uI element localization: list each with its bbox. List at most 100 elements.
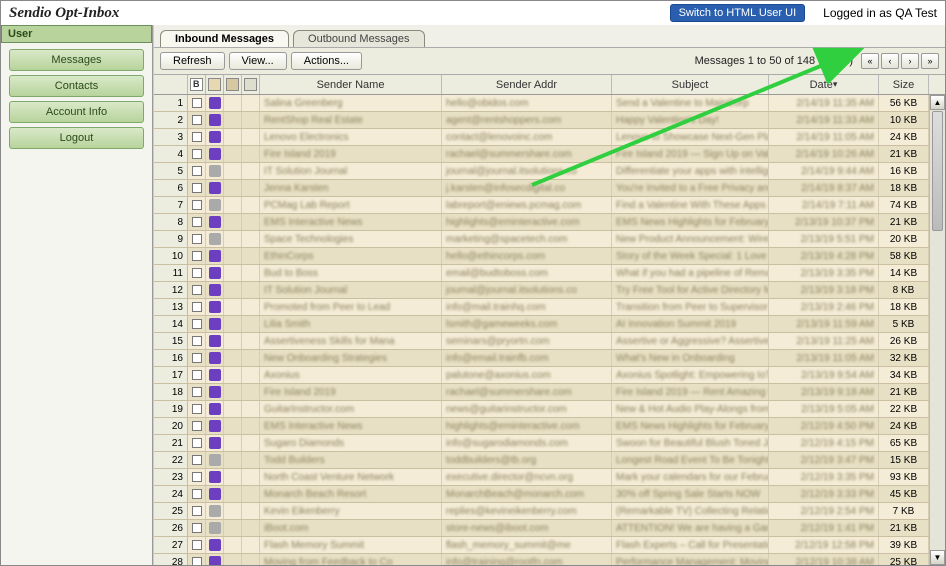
row-checkbox-cell[interactable] [188, 537, 206, 553]
message-row[interactable]: 18Fire Island 2019rachael@summershare.co… [154, 384, 929, 401]
row-checkbox[interactable] [192, 132, 202, 142]
vertical-scrollbar[interactable]: ▲ ▼ [929, 95, 945, 565]
row-checkbox-cell[interactable] [188, 469, 206, 485]
row-checkbox[interactable] [192, 489, 202, 499]
row-checkbox[interactable] [192, 234, 202, 244]
row-checkbox[interactable] [192, 455, 202, 465]
sidebar-item-contacts[interactable]: Contacts [9, 75, 144, 97]
sidebar-item-messages[interactable]: Messages [9, 49, 144, 71]
row-checkbox-cell[interactable] [188, 367, 206, 383]
row-checkbox[interactable] [192, 183, 202, 193]
col-flag3[interactable] [242, 75, 260, 94]
refresh-button[interactable]: Refresh [160, 52, 225, 70]
message-row[interactable]: 1Salina Greenberghello@obidos.comSend a … [154, 95, 929, 112]
row-checkbox-cell[interactable] [188, 214, 206, 230]
row-checkbox-cell[interactable] [188, 197, 206, 213]
col-flag1[interactable] [206, 75, 224, 94]
row-checkbox-cell[interactable] [188, 554, 206, 565]
col-size[interactable]: Size [879, 75, 929, 94]
row-checkbox-cell[interactable] [188, 95, 206, 111]
sidebar-item-account-info[interactable]: Account Info [9, 101, 144, 123]
row-checkbox[interactable] [192, 217, 202, 227]
message-row[interactable]: 11Bud to Bossemail@budtoboss.comWhat if … [154, 265, 929, 282]
row-checkbox[interactable] [192, 268, 202, 278]
row-checkbox-cell[interactable] [188, 435, 206, 451]
row-checkbox-cell[interactable] [188, 163, 206, 179]
row-checkbox[interactable] [192, 506, 202, 516]
row-checkbox[interactable] [192, 302, 202, 312]
col-flag2[interactable] [224, 75, 242, 94]
message-row[interactable]: 24Monarch Beach ResortMonarchBeach@monar… [154, 486, 929, 503]
row-checkbox[interactable] [192, 370, 202, 380]
message-row[interactable]: 17Axoniuspalutone@axonius.comAxonius Spo… [154, 367, 929, 384]
prev-page-icon[interactable]: ‹ [881, 53, 899, 69]
row-checkbox-cell[interactable] [188, 350, 206, 366]
message-row[interactable]: 15Assertiveness Skills for Manaseminars@… [154, 333, 929, 350]
row-checkbox[interactable] [192, 166, 202, 176]
next-page-icon[interactable]: › [901, 53, 919, 69]
tab-outbound[interactable]: Outbound Messages [293, 30, 425, 47]
row-checkbox-cell[interactable] [188, 129, 206, 145]
row-checkbox-cell[interactable] [188, 282, 206, 298]
scroll-up-icon[interactable]: ▲ [930, 95, 945, 110]
message-row[interactable]: 28Moving from Feedback to Coinfo@trainin… [154, 554, 929, 565]
message-row[interactable]: 20EMS Interactive Newshighlights@eminter… [154, 418, 929, 435]
actions-button[interactable]: Actions... [291, 52, 362, 70]
message-row[interactable]: 8EMS Interactive Newshighlights@emintera… [154, 214, 929, 231]
sidebar-item-logout[interactable]: Logout [9, 127, 144, 149]
row-checkbox[interactable] [192, 387, 202, 397]
row-checkbox[interactable] [192, 285, 202, 295]
scroll-down-icon[interactable]: ▼ [930, 550, 945, 565]
message-row[interactable]: 27Flash Memory Summitflash_memory_summit… [154, 537, 929, 554]
col-checkbox[interactable] [188, 75, 206, 94]
row-checkbox[interactable] [192, 200, 202, 210]
message-row[interactable]: 6Jenna Karstenj.karsten@infosecdigital.c… [154, 180, 929, 197]
message-row[interactable]: 23North Coast Venture Networkexecutive.d… [154, 469, 929, 486]
row-checkbox[interactable] [192, 472, 202, 482]
row-checkbox[interactable] [192, 540, 202, 550]
message-row[interactable]: 9Space Technologiesmarketing@spacetech.c… [154, 231, 929, 248]
row-checkbox-cell[interactable] [188, 520, 206, 536]
last-page-icon[interactable]: » [921, 53, 939, 69]
row-checkbox[interactable] [192, 336, 202, 346]
row-checkbox[interactable] [192, 149, 202, 159]
row-checkbox-cell[interactable] [188, 452, 206, 468]
message-row[interactable]: 22Todd Builderstoddbuilders@tb.orgLonges… [154, 452, 929, 469]
col-sender-addr[interactable]: Sender Addr [442, 75, 612, 94]
message-row[interactable]: 26iBoot.comstore-news@iboot.comATTENTION… [154, 520, 929, 537]
row-checkbox[interactable] [192, 353, 202, 363]
row-checkbox-cell[interactable] [188, 333, 206, 349]
col-sender-name[interactable]: Sender Name [260, 75, 442, 94]
message-row[interactable]: 3Lenovo Electronicscontact@lenovoinc.com… [154, 129, 929, 146]
row-checkbox[interactable] [192, 557, 202, 565]
row-checkbox[interactable] [192, 438, 202, 448]
col-subject[interactable]: Subject [612, 75, 769, 94]
row-checkbox[interactable] [192, 404, 202, 414]
message-row[interactable]: 10EthinCorpshello@ethincorps.comStory of… [154, 248, 929, 265]
message-row[interactable]: 19GuitarInstructor.comnews@guitarinstruc… [154, 401, 929, 418]
row-checkbox-cell[interactable] [188, 486, 206, 502]
row-checkbox-cell[interactable] [188, 146, 206, 162]
switch-ui-button[interactable]: Switch to HTML User UI [670, 4, 806, 22]
col-date[interactable]: Date [769, 75, 879, 94]
col-index[interactable] [154, 75, 188, 94]
scroll-thumb[interactable] [932, 111, 943, 231]
message-row[interactable]: 25Kevin Eikenberryreplies@kevineikenberr… [154, 503, 929, 520]
row-checkbox-cell[interactable] [188, 401, 206, 417]
row-checkbox-cell[interactable] [188, 418, 206, 434]
row-checkbox-cell[interactable] [188, 112, 206, 128]
tab-inbound[interactable]: Inbound Messages [160, 30, 289, 47]
row-checkbox[interactable] [192, 421, 202, 431]
row-checkbox[interactable] [192, 523, 202, 533]
row-checkbox-cell[interactable] [188, 316, 206, 332]
message-row[interactable]: 7PCMag Lab Reportlabreport@eniews.pcmag.… [154, 197, 929, 214]
message-row[interactable]: 4Fire Island 2019rachael@summershare.com… [154, 146, 929, 163]
row-checkbox-cell[interactable] [188, 299, 206, 315]
view-button[interactable]: View... [229, 52, 287, 70]
row-checkbox[interactable] [192, 98, 202, 108]
row-checkbox-cell[interactable] [188, 503, 206, 519]
message-row[interactable]: 13Promoted from Peer to Leadinfo@mail.tr… [154, 299, 929, 316]
message-row[interactable]: 2RentShop Real Estateagent@rentshoppers.… [154, 112, 929, 129]
message-row[interactable]: 14Lilia Smithlsmith@gameweeks.comAI Inno… [154, 316, 929, 333]
row-checkbox-cell[interactable] [188, 384, 206, 400]
